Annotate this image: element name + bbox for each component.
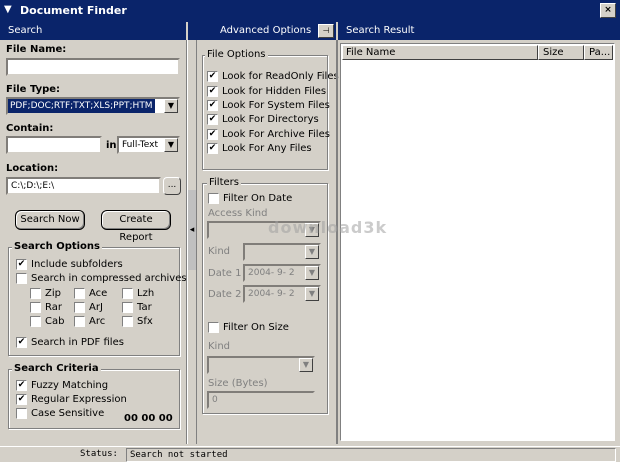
access-kind-label: Access Kind — [208, 208, 268, 219]
hidden-checkbox[interactable]: ✔ — [207, 86, 218, 97]
results-list[interactable] — [340, 43, 615, 441]
pdf-label: Search in PDF files — [31, 337, 124, 348]
size-input[interactable]: 0 — [207, 391, 315, 409]
window-title: Document Finder — [20, 4, 127, 17]
date2-dropdown-icon[interactable]: ▼ — [305, 287, 319, 301]
status-bar: Status: Search not started — [0, 446, 620, 462]
include-subfolders-checkbox[interactable]: ✔ — [16, 259, 27, 270]
directory-label: Look For Directorys — [222, 114, 319, 125]
file-name-label: File Name: — [6, 44, 67, 55]
close-button[interactable]: × — [600, 3, 616, 18]
sfx-label: Sfx — [137, 316, 153, 327]
filter-size-label: Filter On Size — [223, 322, 289, 333]
arc-label: Arc — [89, 316, 106, 327]
contain-input[interactable] — [6, 136, 102, 154]
cab-label: Cab — [45, 316, 65, 327]
date1-dropdown-icon[interactable]: ▼ — [305, 266, 319, 280]
system-checkbox[interactable]: ✔ — [207, 100, 218, 111]
ace-checkbox[interactable] — [74, 288, 85, 299]
kind-label: Kind — [208, 246, 231, 257]
arc-checkbox[interactable] — [74, 316, 85, 327]
regex-checkbox[interactable]: ✔ — [16, 394, 27, 405]
column-header-path[interactable]: Pa... — [584, 45, 613, 60]
tar-checkbox[interactable] — [122, 302, 133, 313]
elapsed-timer: 00 00 00 — [124, 413, 173, 424]
collapse-handle[interactable]: ◂ — [188, 190, 196, 270]
file-type-label: File Type: — [6, 84, 61, 95]
compressed-checkbox[interactable] — [16, 273, 27, 284]
fuzzy-label: Fuzzy Matching — [31, 380, 109, 391]
column-header-size[interactable]: Size — [538, 45, 584, 60]
size-label: Size (Bytes) — [208, 378, 268, 389]
filter-date-label: Filter On Date — [223, 193, 293, 204]
lzh-checkbox[interactable] — [122, 288, 133, 299]
hidden-label: Look for Hidden Files — [222, 86, 327, 97]
status-value: Search not started — [126, 448, 616, 462]
pdf-checkbox[interactable]: ✔ — [16, 337, 27, 348]
tar-label: Tar — [137, 302, 152, 313]
status-label: Status: — [80, 449, 118, 459]
pin-icon[interactable]: ⊣ — [318, 24, 334, 38]
search-options-title: Search Options — [12, 241, 103, 252]
result-panel-header: Search Result — [338, 22, 620, 40]
ace-label: Ace — [89, 288, 108, 299]
filter-size-checkbox[interactable] — [208, 322, 219, 333]
filter-date-checkbox[interactable] — [208, 193, 219, 204]
cab-checkbox[interactable] — [30, 316, 41, 327]
readonly-label: Look for ReadOnly Files — [222, 71, 339, 82]
location-label: Location: — [6, 163, 59, 174]
search-criteria-title: Search Criteria — [12, 363, 101, 374]
filters-title: Filters — [207, 177, 241, 188]
advanced-panel-header: Advanced Options — [188, 22, 336, 40]
file-type-dropdown-icon[interactable]: ▼ — [164, 99, 178, 113]
archive-label: Look For Archive Files — [222, 129, 330, 140]
in-label: in — [106, 140, 117, 151]
watermark-logo: download3k — [268, 218, 388, 237]
title-bar: ▼ Document Finder × — [0, 0, 620, 22]
arj-checkbox[interactable] — [74, 302, 85, 313]
browse-button[interactable]: ... — [163, 177, 181, 195]
system-label: Look For System Files — [222, 100, 330, 111]
regex-label: Regular Expression — [31, 394, 127, 405]
lzh-label: Lzh — [137, 288, 155, 299]
file-name-input[interactable] — [6, 58, 180, 76]
search-now-button[interactable]: Search Now — [15, 210, 85, 230]
contain-label: Contain: — [6, 123, 54, 134]
fuzzy-checkbox[interactable]: ✔ — [16, 380, 27, 391]
arj-label: ArJ — [89, 302, 103, 313]
file-type-value: PDF;DOC;RTF;TXT;XLS;PPT;HTM — [8, 99, 155, 113]
search-panel-header: Search — [0, 22, 186, 40]
date1-label: Date 1 — [208, 268, 242, 279]
app-icon: ▼ — [4, 4, 12, 15]
rar-label: Rar — [45, 302, 62, 313]
kind2-label: Kind — [208, 341, 231, 352]
location-input[interactable]: C:\;D:\;E:\ — [6, 177, 161, 195]
archive-checkbox[interactable]: ✔ — [207, 129, 218, 140]
sfx-checkbox[interactable] — [122, 316, 133, 327]
file-options-title: File Options — [205, 49, 268, 60]
file-type-select[interactable]: PDF;DOC;RTF;TXT;XLS;PPT;HTM — [6, 97, 180, 115]
rar-checkbox[interactable] — [30, 302, 41, 313]
any-files-checkbox[interactable]: ✔ — [207, 143, 218, 154]
in-dropdown-icon[interactable]: ▼ — [164, 138, 178, 152]
readonly-checkbox[interactable]: ✔ — [207, 71, 218, 82]
case-checkbox[interactable] — [16, 408, 27, 419]
any-files-label: Look For Any Files — [222, 143, 312, 154]
size-kind-dropdown-icon[interactable]: ▼ — [299, 358, 313, 372]
date2-label: Date 2 — [208, 289, 242, 300]
directory-checkbox[interactable]: ✔ — [207, 114, 218, 125]
compressed-label: Search in compressed archives — [31, 273, 187, 284]
zip-label: Zip — [45, 288, 61, 299]
include-subfolders-label: Include subfolders — [31, 259, 123, 270]
create-report-button[interactable]: Create Report — [101, 210, 171, 243]
column-header-file-name[interactable]: File Name — [342, 45, 538, 60]
case-label: Case Sensitive — [31, 408, 105, 419]
kind-dropdown-icon[interactable]: ▼ — [305, 245, 319, 259]
zip-checkbox[interactable] — [30, 288, 41, 299]
result-divider — [336, 40, 338, 444]
